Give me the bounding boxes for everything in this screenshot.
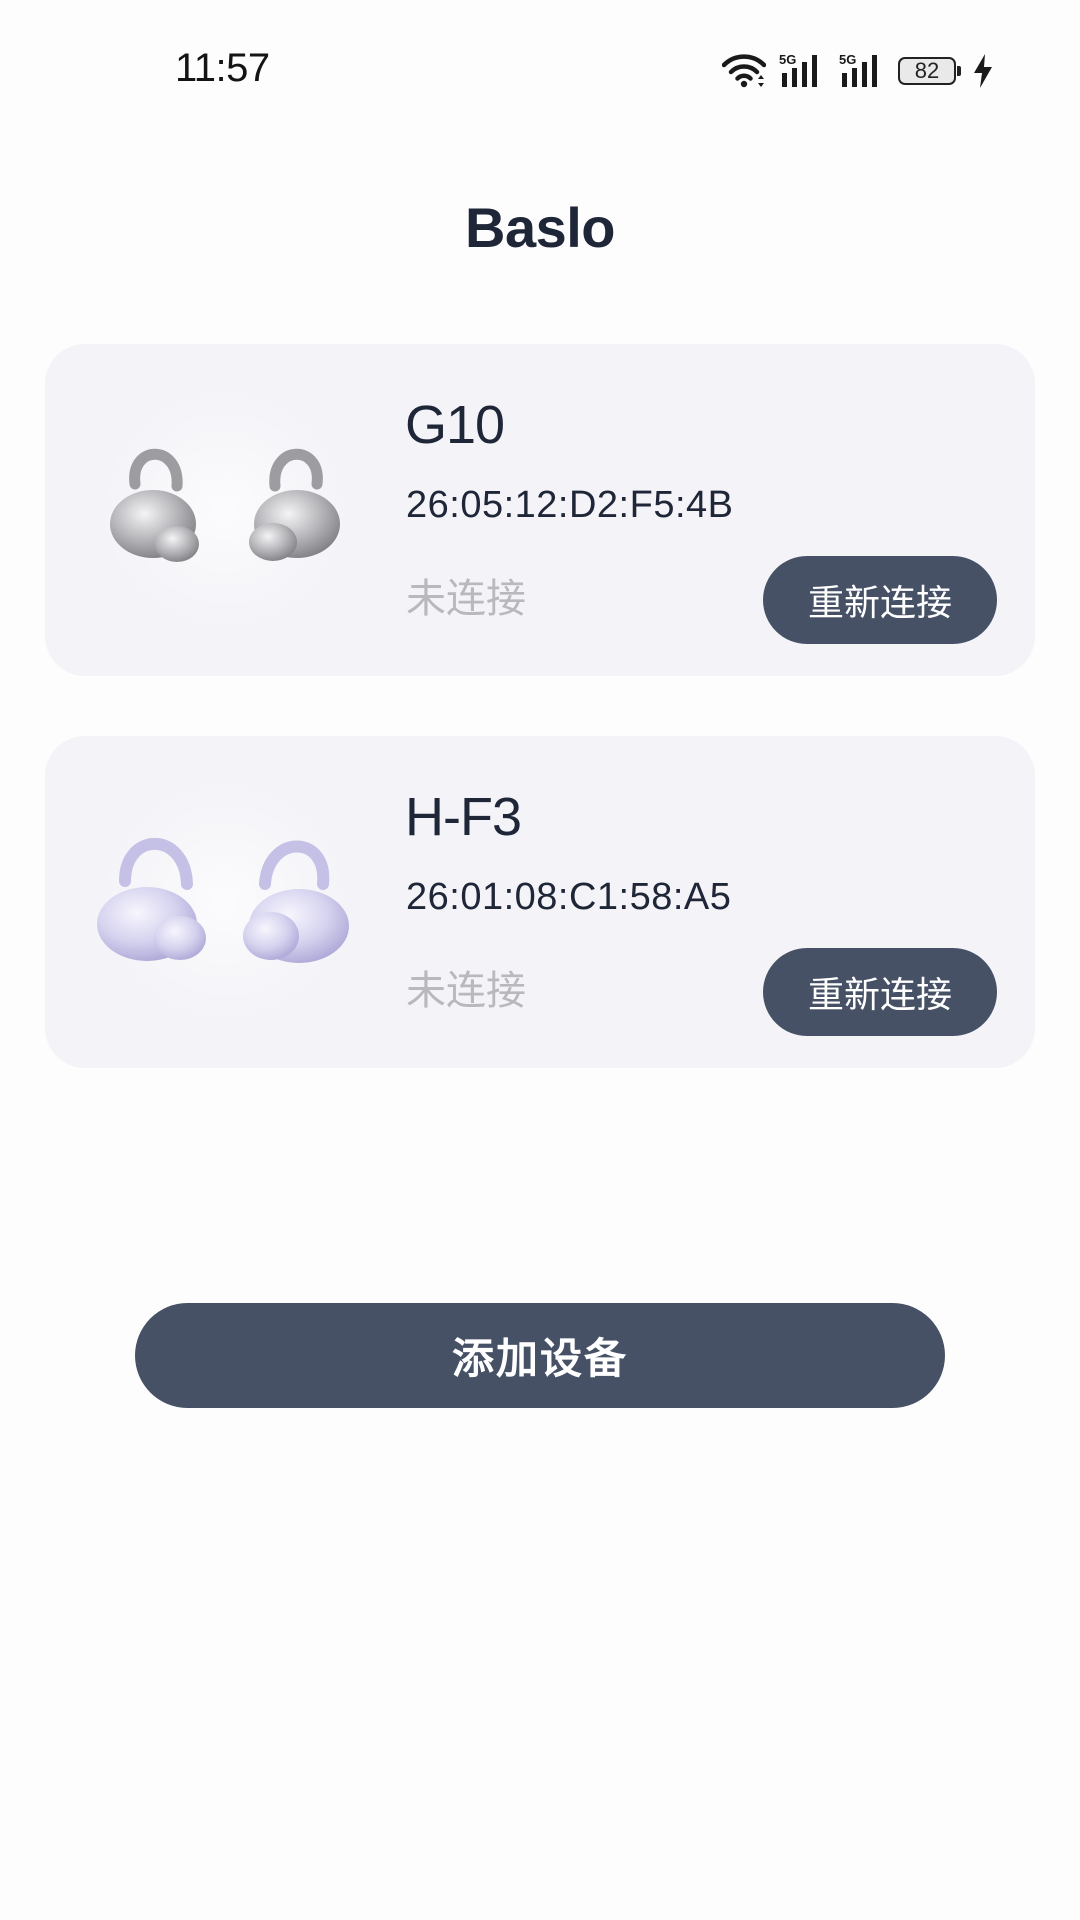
signal-label: 5G — [839, 52, 856, 67]
battery-icon: 82 — [898, 57, 961, 85]
lavender-earbuds-image — [97, 838, 349, 963]
device-image — [85, 766, 365, 1036]
reconnect-button[interactable]: 重新连接 — [763, 556, 997, 644]
silver-earbuds-image — [110, 448, 340, 562]
wifi-icon — [722, 54, 766, 88]
device-card[interactable]: H-F3 26:01:08:C1:58:A5 未连接 重新连接 — [45, 736, 1035, 1068]
device-image — [85, 374, 365, 644]
charging-icon — [974, 54, 992, 88]
add-device-button[interactable]: 添加设备 — [135, 1303, 945, 1408]
connection-status: 未连接 — [406, 577, 526, 621]
status-icons: 5G 5G 82 — [722, 46, 1006, 96]
signal-label: 5G — [779, 52, 796, 67]
signal-5g-icon: 5G — [779, 52, 817, 87]
connection-status: 未连接 — [406, 969, 526, 1013]
device-name: G10 — [405, 395, 505, 455]
device-mac-address: 26:01:08:C1:58:A5 — [406, 876, 732, 918]
device-card[interactable]: G10 26:05:12:D2:F5:4B 未连接 重新连接 — [45, 344, 1035, 676]
reconnect-button[interactable]: 重新连接 — [763, 948, 997, 1036]
battery-level: 82 — [914, 58, 940, 83]
status-bar: 11:57 5G 5G 82 — [0, 0, 1080, 140]
device-name: H-F3 — [405, 787, 522, 847]
page-title: Baslo — [465, 196, 616, 259]
status-time: 11:57 — [175, 46, 270, 90]
device-mac-address: 26:05:12:D2:F5:4B — [406, 484, 734, 526]
signal-5g-icon: 5G — [839, 52, 877, 87]
